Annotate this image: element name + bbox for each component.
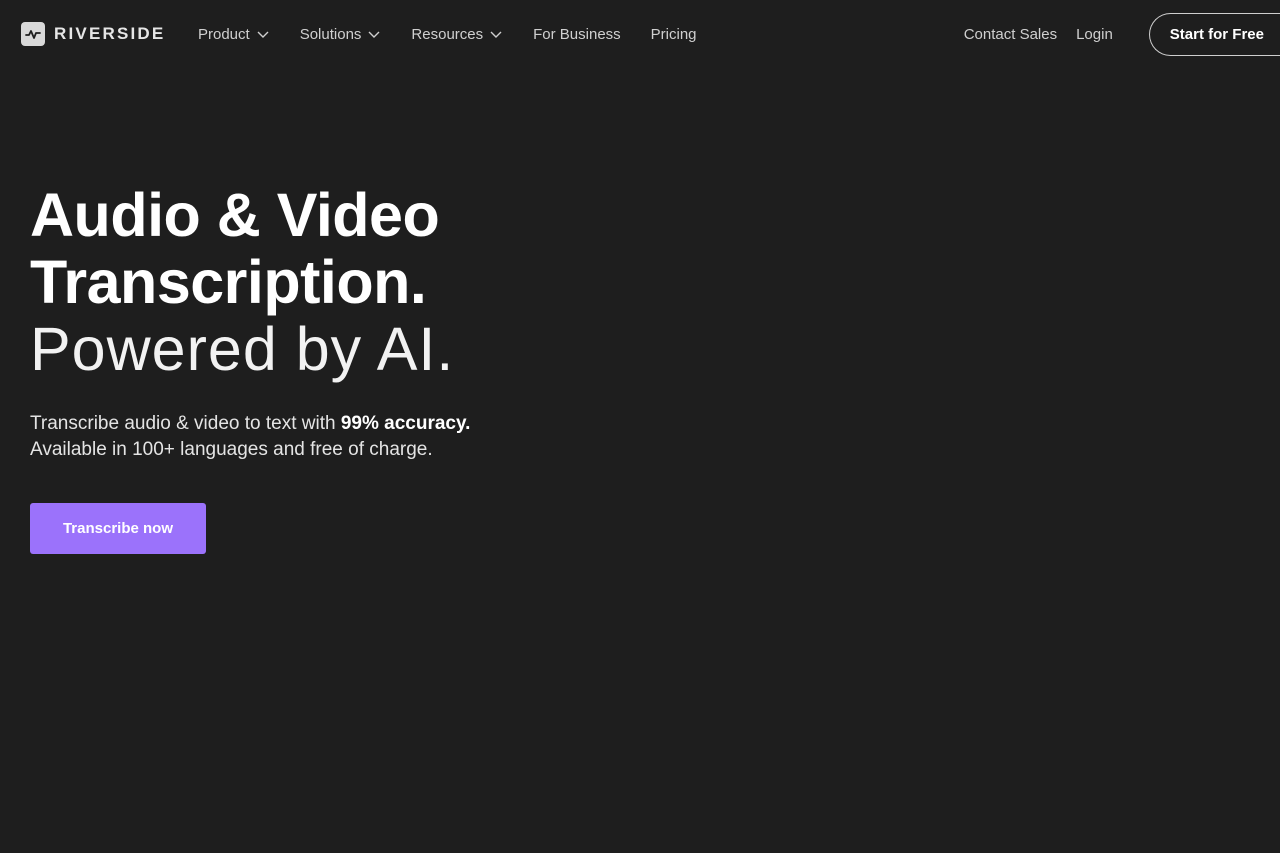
hero-subtitle-text: Transcribe audio & video to text with — [30, 413, 341, 434]
hero-subtitle: Transcribe audio & video to text with 99… — [30, 411, 730, 463]
nav-product-label: Product — [198, 25, 250, 43]
hero-subtitle-accuracy: 99% accuracy. — [340, 413, 471, 434]
hero-section: Audio & Video Transcription. Powered by … — [30, 182, 730, 554]
hero-subtitle-line-2: Available in 100+ languages and free of … — [30, 439, 433, 460]
chevron-down-icon — [368, 31, 380, 38]
main-nav: Product Solutions Resources For Business… — [198, 22, 727, 46]
nav-for-business[interactable]: For Business — [533, 26, 621, 43]
nav-solutions[interactable]: Solutions — [300, 26, 382, 43]
hero-title: Audio & Video Transcription. Powered by … — [30, 182, 730, 383]
nav-pricing-label: Pricing — [650, 25, 697, 43]
nav-resources-label: Resources — [411, 25, 484, 43]
chevron-down-icon — [257, 31, 269, 38]
login-link[interactable]: Login — [1076, 26, 1113, 43]
waveform-logo-icon — [21, 22, 45, 46]
transcribe-now-button[interactable]: Transcribe now — [30, 503, 206, 554]
nav-actions: Contact Sales Login Start for Free — [964, 13, 1280, 56]
brand-logo[interactable]: RIVERSIDE — [21, 21, 165, 47]
hero-title-line-3: Powered by AI. — [30, 315, 455, 383]
chevron-down-icon — [490, 31, 502, 38]
nav-solutions-label: Solutions — [299, 25, 362, 43]
brand-name: RIVERSIDE — [54, 24, 166, 43]
start-for-free-button[interactable]: Start for Free — [1148, 13, 1280, 56]
top-navbar: RIVERSIDE Product Solutions Resources Fo… — [0, 0, 1280, 68]
hero-title-line-1: Audio & Video — [30, 181, 440, 249]
nav-product[interactable]: Product — [198, 26, 270, 43]
nav-pricing[interactable]: Pricing — [651, 26, 697, 43]
page: RIVERSIDE Product Solutions Resources Fo… — [0, 0, 1280, 853]
nav-resources[interactable]: Resources — [411, 26, 503, 43]
contact-sales-link[interactable]: Contact Sales — [964, 26, 1057, 43]
hero-title-line-2: Transcription. — [30, 248, 427, 316]
nav-for-business-label: For Business — [533, 25, 621, 43]
